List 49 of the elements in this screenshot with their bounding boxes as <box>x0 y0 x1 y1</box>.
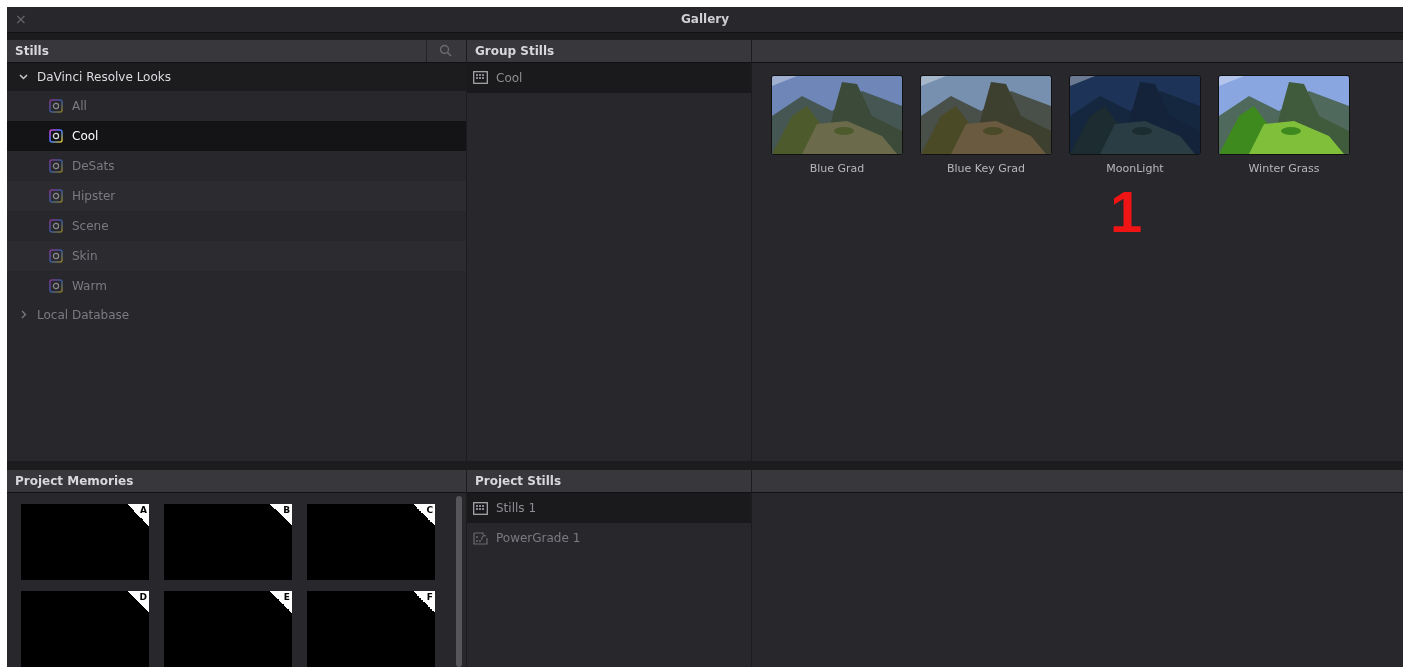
tree-item[interactable]: Skin <box>7 240 466 271</box>
chevron-icon <box>19 310 28 320</box>
album-item[interactable]: PowerGrade 1 <box>467 523 751 553</box>
memory-slot[interactable]: E <box>164 591 292 667</box>
tree-item[interactable]: Cool <box>7 120 466 151</box>
memory-letter: C <box>413 504 435 526</box>
panel-title: Stills <box>14 43 50 58</box>
memory-slot[interactable]: D <box>21 591 149 667</box>
search-icon <box>439 44 452 58</box>
memory-letter: F <box>413 591 435 613</box>
tree-item[interactable]: DaVinci Resolve Looks <box>7 62 466 91</box>
album-icon <box>49 128 63 143</box>
memory-letter: A <box>127 504 149 526</box>
panel-title: Project Stills <box>474 474 563 488</box>
album-icon <box>49 188 63 203</box>
close-button[interactable]: × <box>7 11 35 28</box>
still-label: MoonLight <box>1106 161 1164 175</box>
album-item[interactable]: Cool <box>467 62 751 93</box>
panel-title: Group Stills <box>474 43 556 58</box>
tree-item[interactable]: Scene <box>7 210 466 241</box>
tree-item[interactable]: All <box>7 90 466 121</box>
album-icon <box>49 218 63 233</box>
window-title: Gallery <box>680 12 730 27</box>
tree-item[interactable]: Local Database <box>7 300 466 329</box>
album-icon <box>49 278 63 293</box>
tree-item[interactable]: Warm <box>7 270 466 301</box>
still-label: Blue Grad <box>809 161 865 175</box>
memory-letter: B <box>270 504 292 526</box>
powergrade-icon <box>473 531 488 545</box>
memory-letter: D <box>127 591 149 613</box>
tree-item[interactable]: Hipster <box>7 180 466 211</box>
memory-slot[interactable]: C <box>307 504 435 580</box>
memory-slot[interactable]: A <box>21 504 149 580</box>
tree-item[interactable]: DeSats <box>7 150 466 181</box>
memory-slot[interactable]: F <box>307 591 435 667</box>
album-item[interactable]: Stills 1 <box>467 493 751 523</box>
album-icon <box>49 98 63 113</box>
memory-letter: E <box>270 591 292 613</box>
scrollbar[interactable] <box>456 496 462 667</box>
album-icon <box>49 248 63 263</box>
album-icon <box>49 158 63 173</box>
still-label: Blue Key Grad <box>946 161 1026 175</box>
grid-icon <box>473 71 488 85</box>
memory-slot[interactable]: B <box>164 504 292 580</box>
chevron-icon <box>19 72 28 82</box>
annotation-number: 1 <box>1110 182 1143 241</box>
panel-title: Project Memories <box>14 474 135 488</box>
grid-icon <box>473 501 488 515</box>
still-label: Winter Grass <box>1248 161 1320 175</box>
